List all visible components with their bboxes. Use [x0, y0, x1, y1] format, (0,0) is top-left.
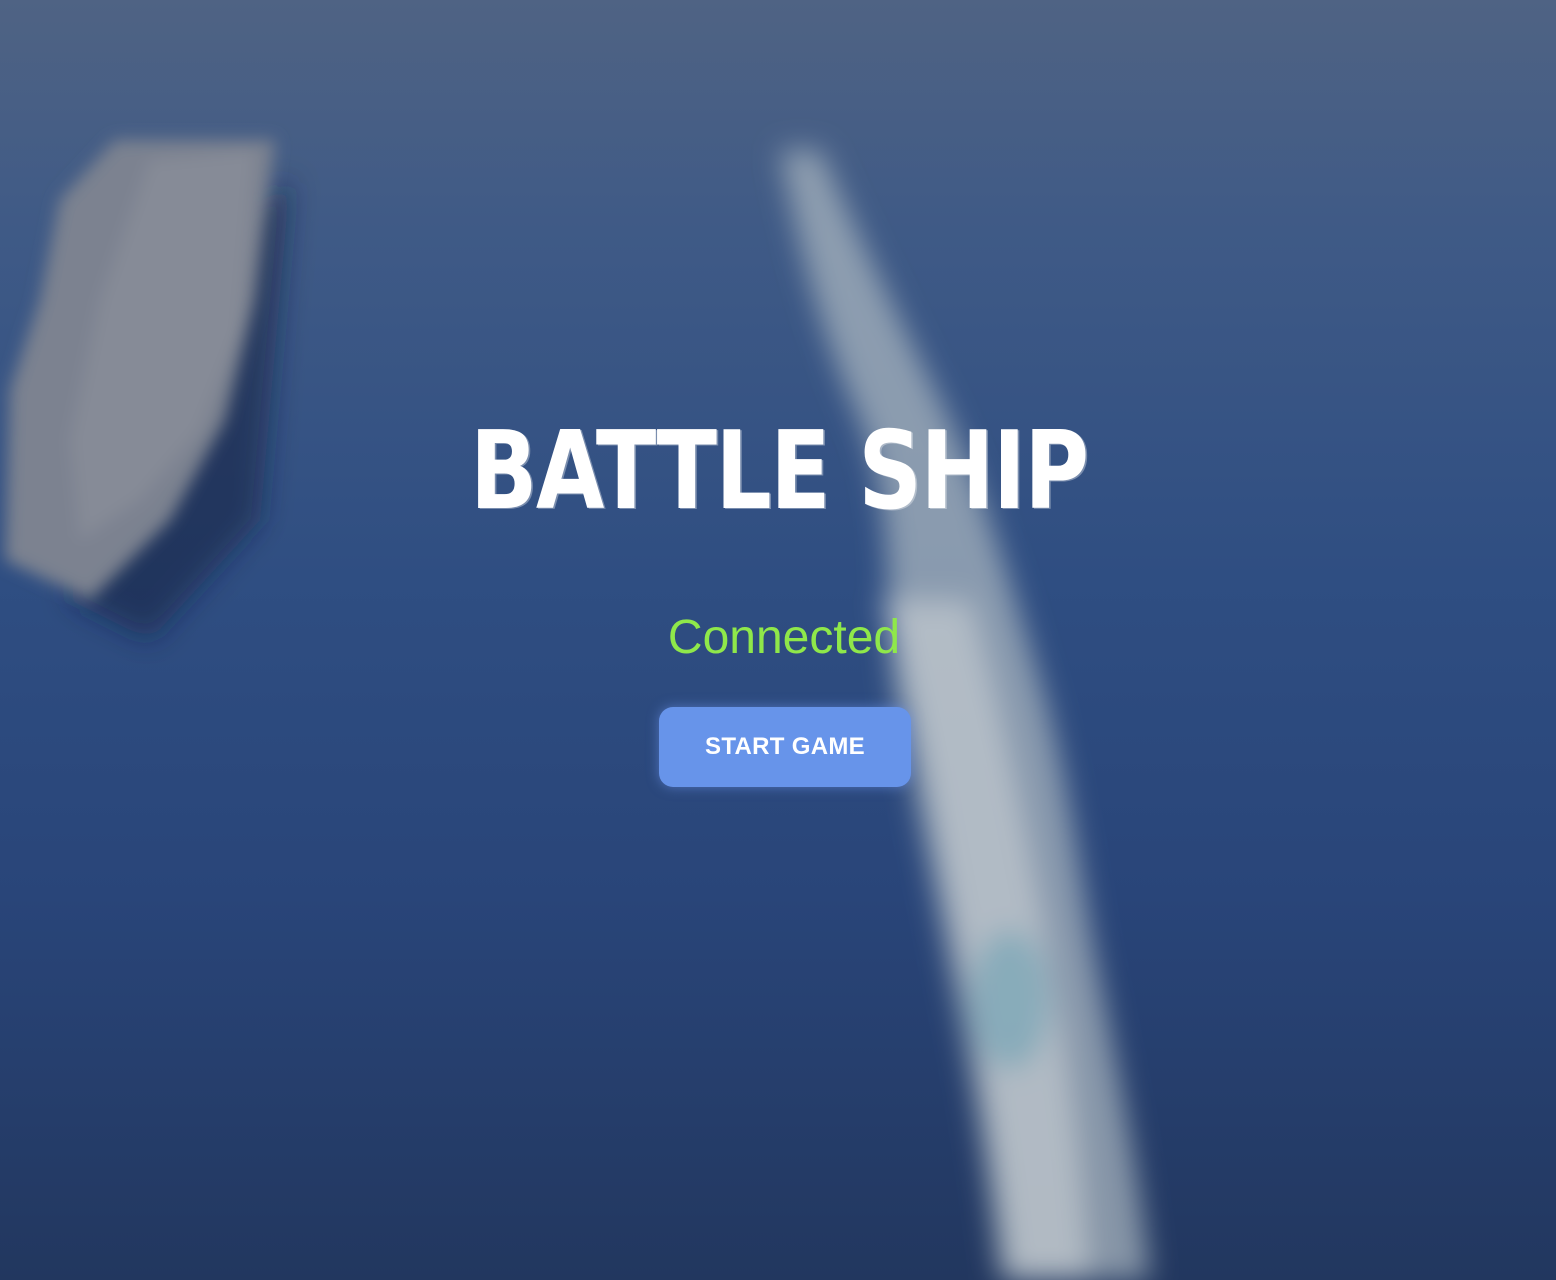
start-game-button[interactable]: START GAME: [659, 707, 911, 787]
game-title: BATTLE SHIP: [469, 409, 1089, 534]
connection-status: Connected: [667, 611, 901, 664]
